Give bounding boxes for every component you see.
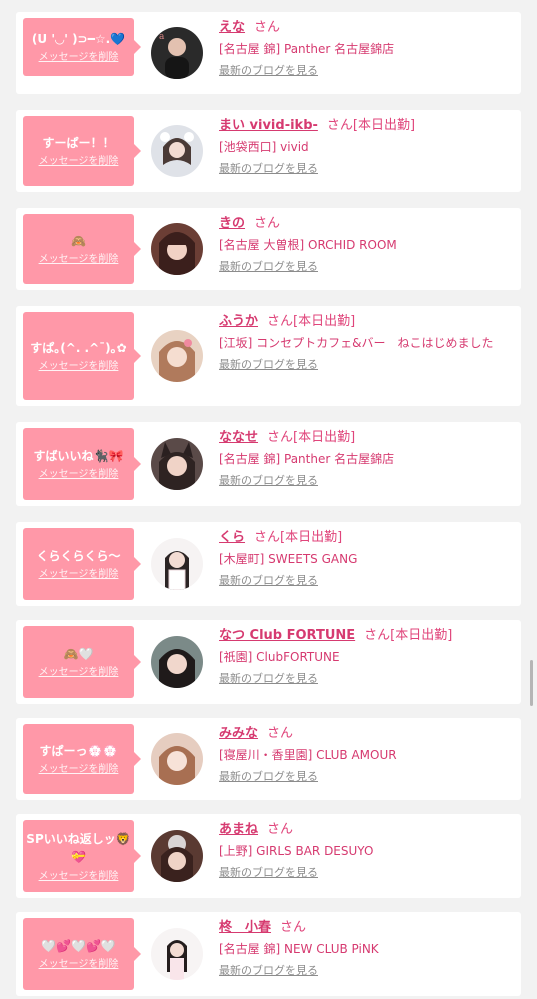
honorific: さん — [267, 430, 294, 445]
message-bubble: SPいいね返しッ🦁💝 メッセージを削除 — [23, 820, 141, 892]
shop-name: [上野] GIRLS BAR DESUYO — [219, 844, 374, 858]
avatar[interactable] — [151, 733, 203, 785]
avatar[interactable] — [151, 538, 203, 590]
honorific: さん — [267, 314, 294, 329]
delete-message-link[interactable]: メッセージを削除 — [23, 568, 134, 581]
user-name-link[interactable]: あまね — [219, 822, 258, 837]
user-name-link[interactable]: ななせ — [219, 430, 258, 445]
message-bubble: すーぱー！！ メッセージを削除 — [23, 116, 141, 186]
user-name-link[interactable]: きの — [219, 216, 245, 231]
message-text: すばいいね🐈‍⬛🎀 — [33, 449, 124, 463]
latest-blog-link[interactable]: 最新のブログを見る — [219, 160, 318, 176]
latest-blog-link[interactable]: 最新のブログを見る — [219, 572, 318, 588]
list-item: すぱーっ💮💮 メッセージを削除 みみな さん [寝屋川・香里園] CLUB AMO… — [16, 718, 521, 800]
list-item: すぱ｡(^. .^ˉ)｡✿ メッセージを削除 ふうか さん[本日出勤] [江坂] … — [16, 306, 521, 406]
latest-blog-link[interactable]: 最新のブログを見る — [219, 768, 318, 784]
latest-blog-link[interactable]: 最新のブログを見る — [219, 356, 318, 372]
honorific: さん — [254, 530, 281, 545]
user-name-link[interactable]: なつ Club FORTUNE — [219, 628, 355, 643]
list-item: くらくらくら〜 メッセージを削除 くら さん[本日出勤] [木屋町] SWEETS… — [16, 522, 521, 606]
list-item: 🤍💕🤍💕🤍 メッセージを削除 柊 小春 さん [名古屋 錦] NEW CLUB P… — [16, 912, 521, 996]
avatar[interactable] — [151, 438, 203, 490]
delete-message-link[interactable]: メッセージを削除 — [23, 468, 134, 481]
message-text: (U '◡' )⊃━☆.💙 — [31, 32, 126, 46]
status-badge: [本日出勤] — [390, 628, 453, 643]
user-name-link[interactable]: 柊 小春 — [219, 920, 271, 935]
shop-name: [木屋町] SWEETS GANG — [219, 552, 358, 566]
avatar[interactable] — [151, 636, 203, 688]
delete-message-link[interactable]: メッセージを削除 — [23, 51, 134, 64]
message-text: くらくらくら〜 — [36, 549, 121, 563]
list-item: SPいいね返しッ🦁💝 メッセージを削除 あまね さん [上野] GIRLS BAR… — [16, 814, 521, 898]
delete-message-link[interactable]: メッセージを削除 — [23, 155, 134, 168]
status-badge: [本日出勤] — [280, 530, 343, 545]
honorific: さん — [254, 20, 281, 35]
list-item: (U '◡' )⊃━☆.💙 メッセージを削除 a えな さん [名古屋 錦] Pa… — [16, 12, 521, 94]
shop-name: [祇園] ClubFORTUNE — [219, 650, 340, 664]
message-bubble: すぱ｡(^. .^ˉ)｡✿ メッセージを削除 — [23, 312, 141, 400]
scrollbar[interactable] — [530, 660, 533, 706]
user-name-link[interactable]: くら — [219, 530, 245, 545]
honorific: さん — [364, 628, 391, 643]
delete-message-link[interactable]: メッセージを削除 — [23, 360, 134, 373]
honorific: さん — [254, 216, 281, 231]
status-badge: [本日出勤] — [293, 314, 356, 329]
message-text: SPいいね返しッ🦁💝 — [26, 832, 131, 864]
user-name-link[interactable]: えな — [219, 20, 245, 35]
shop-name: [名古屋 錦] Panther 名古屋錦店 — [219, 452, 395, 466]
message-text: 🤍💕🤍💕🤍 — [41, 939, 116, 953]
avatar[interactable] — [151, 223, 203, 275]
latest-blog-link[interactable]: 最新のブログを見る — [219, 670, 318, 686]
delete-message-link[interactable]: メッセージを削除 — [23, 958, 134, 971]
message-text: すーぱー！！ — [42, 136, 115, 150]
shop-name: [江坂] コンセプトカフェ&バー ねこはじめました — [219, 336, 494, 350]
delete-message-link[interactable]: メッセージを削除 — [23, 253, 134, 266]
list-item: 🙈 メッセージを削除 きの さん [名古屋 大曽根] ORCHID ROOM 最新… — [16, 208, 521, 290]
message-bubble: すばいいね🐈‍⬛🎀 メッセージを削除 — [23, 428, 141, 500]
user-name-link[interactable]: みみな — [219, 726, 258, 741]
message-bubble: 🙈🤍 メッセージを削除 — [23, 626, 141, 698]
avatar[interactable]: a — [151, 27, 203, 79]
honorific: さん — [280, 920, 307, 935]
message-bubble: 🙈 メッセージを削除 — [23, 214, 141, 284]
message-bubble: すぱーっ💮💮 メッセージを削除 — [23, 724, 141, 794]
latest-blog-link[interactable]: 最新のブログを見る — [219, 258, 318, 274]
status-badge: [本日出勤] — [293, 430, 356, 445]
list-item: 🙈🤍 メッセージを削除 なつ Club FORTUNE さん[本日出勤] [祇園]… — [16, 620, 521, 704]
shop-name: [名古屋 錦] Panther 名古屋錦店 — [219, 42, 395, 56]
message-bubble: 🤍💕🤍💕🤍 メッセージを削除 — [23, 918, 141, 990]
list-item: すばいいね🐈‍⬛🎀 メッセージを削除 ななせ さん[本日出勤] [名古屋 錦] P… — [16, 422, 521, 506]
message-text: すぱーっ💮💮 — [39, 744, 118, 758]
avatar[interactable] — [151, 830, 203, 882]
shop-name: [名古屋 錦] NEW CLUB PiNK — [219, 942, 379, 956]
shop-name: [名古屋 大曽根] ORCHID ROOM — [219, 238, 397, 252]
message-text: 🙈 — [71, 234, 86, 248]
delete-message-link[interactable]: メッセージを削除 — [23, 763, 134, 776]
message-text: 🙈🤍 — [63, 647, 94, 661]
delete-message-link[interactable]: メッセージを削除 — [23, 666, 134, 679]
honorific: さん — [267, 822, 294, 837]
svg-text:a: a — [159, 32, 165, 42]
latest-blog-link[interactable]: 最新のブログを見る — [219, 864, 318, 880]
message-text: すぱ｡(^. .^ˉ)｡✿ — [30, 341, 127, 355]
avatar[interactable] — [151, 928, 203, 980]
status-badge: [本日出勤] — [352, 118, 416, 133]
list-item: すーぱー！！ メッセージを削除 まい vivid-ikb- さん[本日出勤] [池… — [16, 110, 521, 192]
latest-blog-link[interactable]: 最新のブログを見る — [219, 472, 318, 488]
delete-message-link[interactable]: メッセージを削除 — [23, 870, 134, 883]
user-name-link[interactable]: まい vivid-ikb- — [219, 118, 318, 133]
message-bubble: (U '◡' )⊃━☆.💙 メッセージを削除 — [23, 18, 141, 76]
shop-name: [寝屋川・香里園] CLUB AMOUR — [219, 748, 397, 762]
honorific: さん — [267, 726, 294, 741]
message-bubble: くらくらくら〜 メッセージを削除 — [23, 528, 141, 600]
avatar[interactable] — [151, 330, 203, 382]
user-name-link[interactable]: ふうか — [219, 314, 258, 329]
avatar[interactable] — [151, 125, 203, 177]
latest-blog-link[interactable]: 最新のブログを見る — [219, 62, 318, 78]
honorific: さん — [326, 118, 353, 133]
shop-name: [池袋西口] vivid — [219, 140, 309, 154]
latest-blog-link[interactable]: 最新のブログを見る — [219, 962, 318, 978]
